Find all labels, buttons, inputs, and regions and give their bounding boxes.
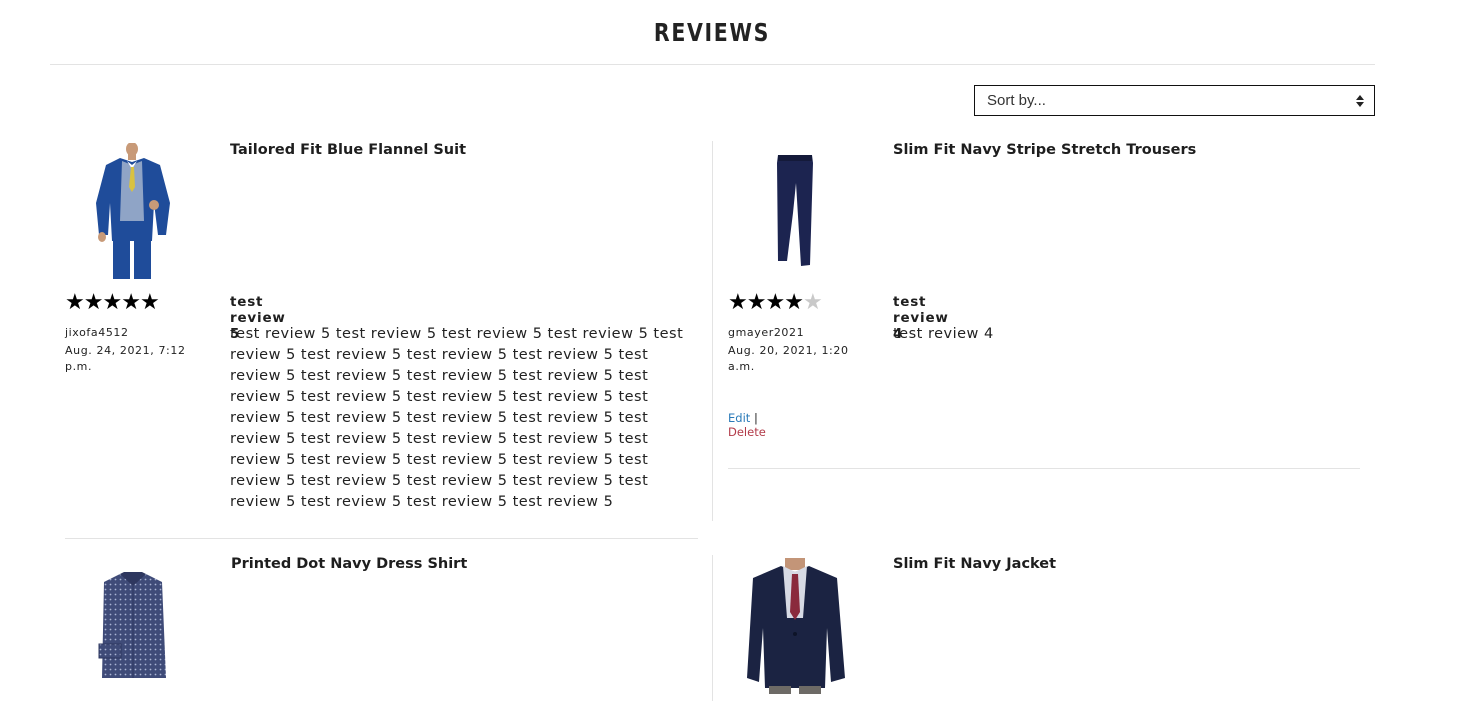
sort-select-value: Sort by...	[987, 92, 1046, 109]
edit-review-link[interactable]: Edit	[728, 411, 750, 425]
delete-review-link[interactable]: Delete	[728, 425, 766, 439]
product-name-link[interactable]: Tailored Fit Blue Flannel Suit	[230, 142, 466, 158]
star-filled-icon: ★	[728, 289, 748, 314]
star-filled-icon: ★	[102, 289, 122, 314]
jacket-product-image[interactable]	[745, 558, 847, 694]
review-divider	[65, 538, 698, 539]
product-name-link[interactable]: Printed Dot Navy Dress Shirt	[231, 556, 467, 572]
column-divider	[712, 555, 713, 701]
review-divider	[728, 468, 1360, 469]
select-arrows-icon	[1356, 94, 1364, 108]
star-empty-icon: ★	[802, 289, 823, 314]
column-divider	[712, 141, 713, 521]
star-filled-icon: ★	[784, 289, 804, 314]
sort-select[interactable]: Sort by...	[974, 85, 1375, 116]
review-body: test review 4	[893, 326, 994, 342]
star-rating: ★★★★★	[728, 289, 823, 314]
review-body: test review 5 test review 5 test review …	[230, 326, 684, 510]
shirt-product-image[interactable]	[98, 572, 168, 682]
review-date: Aug. 20, 2021, 1:20 a.m.	[728, 344, 849, 373]
product-name-link[interactable]: Slim Fit Navy Stripe Stretch Trousers	[893, 142, 1196, 158]
star-filled-icon: ★	[83, 289, 104, 314]
title-divider	[50, 64, 1375, 65]
star-filled-icon: ★	[765, 289, 785, 314]
star-filled-icon: ★	[121, 289, 141, 314]
star-filled-icon: ★	[139, 289, 160, 314]
star-filled-icon: ★	[746, 289, 767, 314]
product-name-link[interactable]: Slim Fit Navy Jacket	[893, 556, 1056, 572]
star-rating: ★★★★★	[65, 289, 160, 314]
page-title: REVIEWS	[653, 18, 771, 47]
review-date: Aug. 24, 2021, 7:12 p.m.	[65, 344, 186, 373]
suit-product-image[interactable]	[90, 143, 180, 281]
review-actions: Edit | Delete	[728, 411, 766, 439]
trousers-product-image[interactable]	[775, 155, 817, 268]
review-author: jixofa4512	[65, 326, 129, 339]
star-filled-icon: ★	[65, 289, 85, 314]
review-author: gmayer2021	[728, 326, 805, 339]
actions-separator: |	[753, 411, 758, 425]
